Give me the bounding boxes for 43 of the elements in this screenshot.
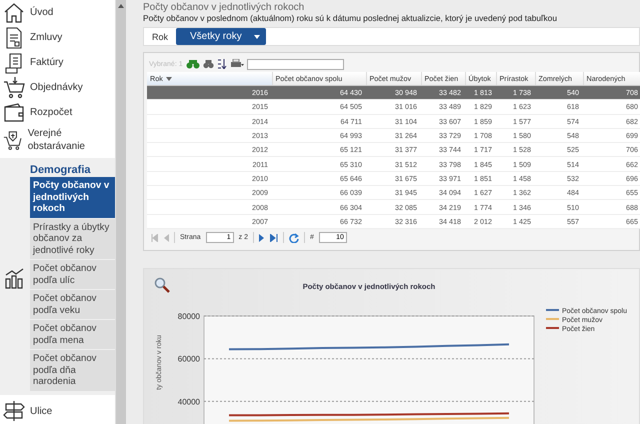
- sort-icon[interactable]: [216, 59, 227, 69]
- year-select[interactable]: Všetky roky: [176, 28, 266, 45]
- wallet-icon: [3, 102, 25, 124]
- sort-caret-icon[interactable]: [166, 77, 173, 81]
- nav-item[interactable]: Objednávky: [0, 75, 115, 100]
- caret-icon: [254, 34, 260, 38]
- nav-item[interactable]: Verejné obstarávanie: [0, 125, 115, 154]
- page-subtitle: Počty občanov v poslednom (aktuálnom) roku sú k dátumu poslednej aktualizcie, ktorý je uvedený pod tabuľkou: [143, 13, 558, 23]
- page-title: Počty občanov v jednotlivých rokoch: [143, 2, 306, 13]
- filter-label: Rok: [152, 32, 168, 42]
- signpost-icon: [3, 400, 25, 422]
- legend-swatch: [546, 318, 559, 320]
- cart-icon: [3, 76, 25, 99]
- y-tick-label: 60000: [178, 354, 200, 364]
- section-title: Demografia: [30, 164, 92, 176]
- submenu-item[interactable]: Počet občanov podľa veku: [30, 290, 115, 320]
- submenu-item[interactable]: Počty občanov v jednotlivých rokoch: [30, 177, 115, 218]
- home-icon: [3, 2, 25, 24]
- search-field[interactable]: [246, 58, 344, 70]
- legend-swatch: [546, 326, 559, 329]
- y-tick-label: 80000: [178, 312, 200, 321]
- nav-item[interactable]: Ulice: [0, 398, 115, 424]
- legend-swatch: [546, 308, 559, 311]
- scrollbar[interactable]: [115, 0, 126, 424]
- submenu-item[interactable]: Prírastky a úbytky občanov za jednotlivé roky: [30, 218, 115, 260]
- submenu-item[interactable]: Počet občanov podľa dňa narodenia: [30, 350, 115, 391]
- cart-shield-icon: [3, 128, 23, 151]
- chart-icon: [4, 266, 26, 289]
- submenu-item[interactable]: Počet občanov podľa mena: [30, 320, 115, 350]
- next-page-icon[interactable]: [258, 234, 265, 242]
- last-page-icon[interactable]: [270, 234, 278, 242]
- y-tick-label: 40000: [178, 397, 200, 406]
- zoom-icon[interactable]: [154, 276, 170, 293]
- printer-icon[interactable]: [230, 59, 244, 69]
- nav-item[interactable]: Faktúry: [0, 50, 115, 76]
- nav-item[interactable]: Rozpočet: [0, 100, 115, 126]
- submenu-item[interactable]: Počet občanov podľa ulíc: [30, 260, 115, 290]
- scroll-up-arrow-icon[interactable]: [118, 4, 124, 8]
- nav-item[interactable]: Úvod: [0, 0, 115, 26]
- binoculars-icon[interactable]: [202, 59, 214, 69]
- binoculars-icon[interactable]: [186, 59, 200, 69]
- nav-item[interactable]: Zmluvy: [0, 25, 115, 50]
- refresh-icon[interactable]: [288, 232, 299, 243]
